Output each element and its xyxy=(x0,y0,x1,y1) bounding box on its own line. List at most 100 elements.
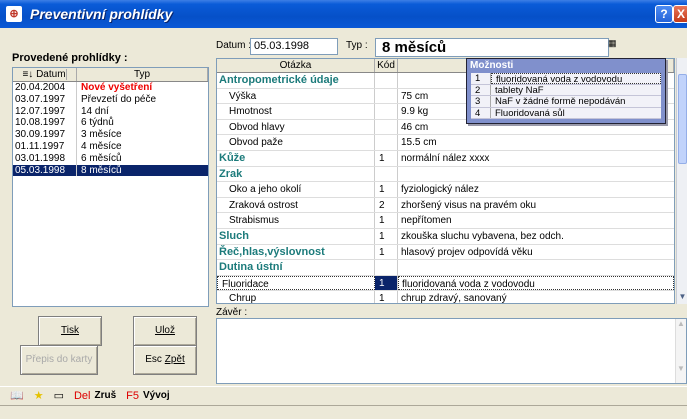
star-icon[interactable]: ★ xyxy=(34,389,44,402)
conclusion-field[interactable]: ▲ ▼ xyxy=(216,318,687,384)
monitor-icon[interactable]: ▭ xyxy=(54,389,64,402)
grid-section-row[interactable]: Kůže 1 normální nález xxxx xyxy=(217,150,674,167)
question-cell[interactable]: Výška xyxy=(217,88,375,104)
code-cell[interactable] xyxy=(375,88,398,104)
question-cell[interactable]: Kůže xyxy=(217,150,375,166)
answer-cell[interactable]: fyziologický nález xyxy=(398,182,674,197)
question-cell[interactable]: Obvod hlavy xyxy=(217,119,375,135)
answer-cell[interactable]: nepřítomen xyxy=(398,213,674,228)
question-cell[interactable]: Chrup xyxy=(217,291,375,303)
exam-list-row[interactable]: 10.08.1997 6 týdnů xyxy=(13,117,208,130)
exam-list-row[interactable]: 20.04.2004 Nové vyšetření xyxy=(13,82,208,94)
book-icon[interactable]: 📖 xyxy=(10,389,24,402)
code-cell[interactable] xyxy=(375,166,398,182)
option-item[interactable]: 1 fluoridovaná voda z vodovodu xyxy=(471,73,661,85)
del-key[interactable]: Del xyxy=(74,390,91,402)
grid-scrollbar[interactable]: ▼ xyxy=(676,58,687,304)
option-text: Fluoridovaná sůl xyxy=(495,107,565,119)
col-datum-header[interactable]: ≡↓ Datum xyxy=(13,68,77,81)
typ-field[interactable]: 8 měsíců xyxy=(375,38,609,57)
window-title: Preventivní prohlídky xyxy=(30,6,173,22)
question-cell[interactable]: Obvod paže xyxy=(217,135,375,150)
code-cell[interactable]: 1 xyxy=(375,150,398,166)
copy-to-card-button[interactable]: Přepis do karty xyxy=(20,345,98,375)
code-cell[interactable] xyxy=(375,260,398,275)
exam-list-row[interactable]: 05.03.1998 8 měsíců xyxy=(13,164,208,177)
code-cell[interactable]: 1 xyxy=(375,244,398,260)
question-cell[interactable]: Fluoridace xyxy=(217,275,375,291)
code-cell[interactable] xyxy=(375,119,398,135)
grid-row[interactable]: Obvod paže 15.5 cm xyxy=(217,135,674,151)
answer-cell[interactable]: fluoridovaná voda z vodovodu xyxy=(398,275,674,291)
exam-date: 30.09.1997 xyxy=(13,129,77,141)
conclusion-scrollbar[interactable]: ▲ ▼ xyxy=(675,319,686,383)
grid-row[interactable]: Zraková ostrost 2 zhoršený visus na pravém… xyxy=(217,197,674,214)
answer-cell[interactable]: chrup zdravý, sanovaný xyxy=(398,291,674,303)
scroll-thumb[interactable] xyxy=(678,74,687,164)
option-code: 4 xyxy=(471,107,491,118)
back-button[interactable]: Esc Zpět xyxy=(133,345,197,375)
question-cell[interactable]: Oko a jeho okolí xyxy=(217,182,375,197)
grid-row[interactable]: Fluoridace 1 fluoridovaná voda z vodovodu xyxy=(217,275,674,292)
grid-row[interactable]: Oko a jeho okolí 1 fyziologický nález xyxy=(217,182,674,198)
exam-date: 12.07.1997 xyxy=(13,105,77,118)
answer-cell[interactable] xyxy=(398,167,674,182)
answer-cell[interactable]: zhoršený visus na pravém oku xyxy=(398,198,674,213)
col-typ-header[interactable]: Typ xyxy=(77,68,208,81)
code-cell[interactable] xyxy=(375,73,398,88)
save-button[interactable]: Ulož xyxy=(133,316,197,346)
code-cell[interactable]: 1 xyxy=(375,182,398,197)
grid-section-row[interactable]: Zrak xyxy=(217,166,674,183)
code-cell[interactable]: 1 xyxy=(375,275,398,291)
status-bar xyxy=(0,405,687,419)
exam-list-row[interactable]: 30.09.1997 3 měsíce xyxy=(13,129,208,141)
help-button[interactable]: ? xyxy=(655,5,673,23)
option-item[interactable]: 4 Fluoridovaná sůl xyxy=(471,107,661,119)
close-button[interactable]: X xyxy=(673,5,687,23)
question-cell[interactable]: Zrak xyxy=(217,166,375,182)
vyvoj-button[interactable]: Vývoj xyxy=(143,390,170,401)
code-cell[interactable]: 2 xyxy=(375,197,398,213)
answer-cell[interactable]: hlasový projev odpovídá věku xyxy=(398,245,674,260)
col-kod-header[interactable]: Kód xyxy=(375,59,398,72)
option-item[interactable]: 2 tablety NaF xyxy=(471,84,661,96)
exam-type: 6 týdnů xyxy=(81,117,114,129)
scroll-down-icon[interactable]: ▼ xyxy=(677,292,687,304)
question-cell[interactable]: Strabismus xyxy=(217,213,375,228)
grid-section-row[interactable]: Sluch 1 zkouška sluchu vybavena, bez odch. xyxy=(217,228,674,245)
question-cell[interactable]: Sluch xyxy=(217,228,375,244)
answer-cell[interactable]: 15.5 cm xyxy=(398,135,674,150)
question-cell[interactable]: Zraková ostrost xyxy=(217,197,375,213)
exam-list-row[interactable]: 03.07.1997 Převzetí do péče xyxy=(13,93,208,106)
exam-list[interactable]: ≡↓ Datum Typ 20.04.2004 Nové vyšetření 03.… xyxy=(12,67,209,307)
exam-list-row[interactable]: 12.07.1997 14 dní xyxy=(13,105,208,118)
f5-key[interactable]: F5 xyxy=(126,390,139,402)
exam-list-row[interactable]: 03.01.1998 6 měsíců xyxy=(13,152,208,165)
option-item[interactable]: 3 NaF v žádné formě nepodáván xyxy=(471,96,661,108)
code-cell[interactable] xyxy=(375,104,398,119)
option-text: fluoridovaná voda z vodovodu xyxy=(491,73,661,85)
answer-cell[interactable]: zkouška sluchu vybavena, bez odch. xyxy=(398,229,674,244)
code-cell[interactable]: 1 xyxy=(375,213,398,228)
question-cell[interactable]: Hmotnost xyxy=(217,104,375,119)
question-cell[interactable]: Antropometrické údaje xyxy=(217,73,375,88)
datum-label: Datum : xyxy=(216,40,252,51)
exam-list-row[interactable]: 01.11.1997 4 měsíce xyxy=(13,140,208,153)
question-cell[interactable]: Dutina ústní xyxy=(217,260,375,275)
code-cell[interactable] xyxy=(375,135,398,150)
col-otazka-header[interactable]: Otázka xyxy=(217,59,375,72)
grid-row[interactable]: Strabismus 1 nepřítomen xyxy=(217,213,674,229)
print-button[interactable]: Tisk xyxy=(38,316,102,346)
question-cell[interactable]: Řeč,hlas,výslovnost xyxy=(217,244,375,260)
answer-cell[interactable] xyxy=(398,260,674,275)
datum-field[interactable]: 05.03.1998 xyxy=(250,38,338,55)
grid-section-row[interactable]: Řeč,hlas,výslovnost 1 hlasový projev odpov… xyxy=(217,244,674,261)
grid-section-row[interactable]: Dutina ústní xyxy=(217,260,674,276)
grid-row[interactable]: Chrup 1 chrup zdravý, sanovaný xyxy=(217,291,674,303)
code-cell[interactable]: 1 xyxy=(375,228,398,244)
zrus-button[interactable]: Zruš xyxy=(95,390,117,401)
grid-icon[interactable]: ▦ xyxy=(608,38,626,50)
code-cell[interactable]: 1 xyxy=(375,291,398,303)
answer-cell[interactable]: normální nález xxxx xyxy=(398,151,674,166)
options-list[interactable]: 1 fluoridovaná voda z vodovodu 2 tablety Na… xyxy=(471,73,661,119)
